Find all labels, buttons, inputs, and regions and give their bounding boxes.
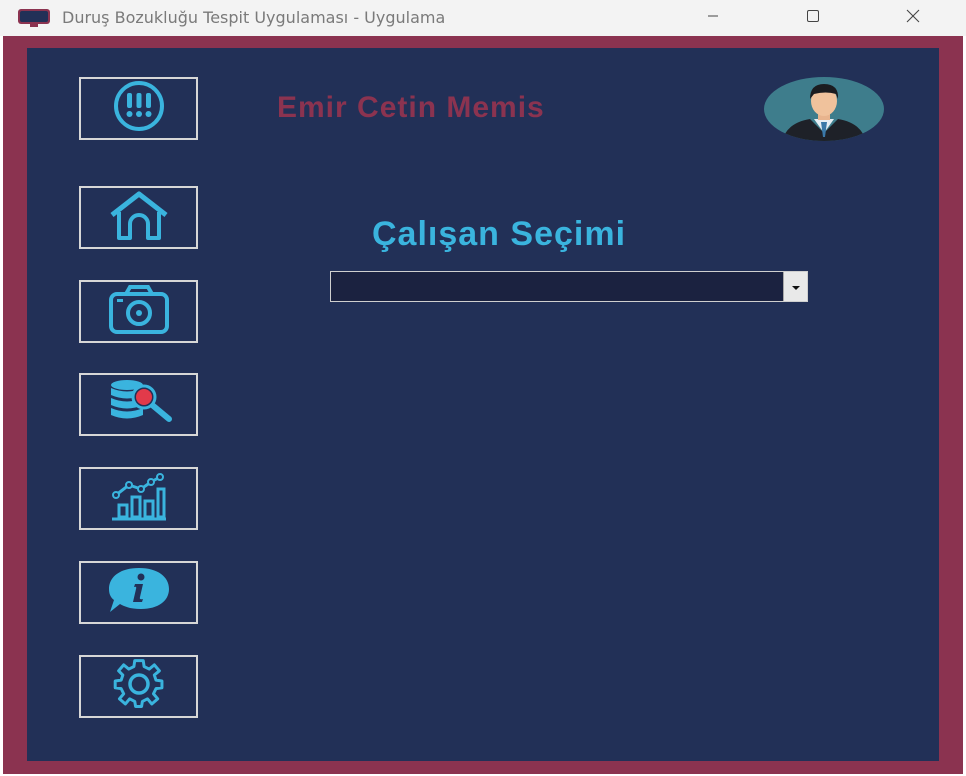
home-button[interactable] <box>79 186 198 249</box>
statistics-button[interactable] <box>79 467 198 530</box>
database-search-icon <box>94 375 184 434</box>
maximize-button[interactable] <box>790 0 836 36</box>
database-search-button[interactable] <box>79 373 198 436</box>
info-icon <box>94 563 184 622</box>
close-button[interactable] <box>890 0 936 36</box>
main-panel: Emir Cetin Memis Çalışan Seçimi <box>27 48 939 761</box>
alert-button[interactable] <box>79 77 198 140</box>
chart-icon <box>94 469 184 528</box>
user-avatar-icon <box>764 77 884 142</box>
gear-icon <box>94 657 184 716</box>
chevron-down-icon <box>791 278 801 296</box>
alert-icon <box>94 79 184 138</box>
section-title: Çalışan Seçimi <box>372 215 627 253</box>
window-titlebar: Duruş Bozukluğu Tespit Uygulaması - Uygu… <box>0 0 966 36</box>
maximize-icon <box>806 9 820 28</box>
employee-select[interactable] <box>330 271 808 302</box>
user-name: Emir Cetin Memis <box>277 91 545 124</box>
camera-icon <box>94 282 184 341</box>
settings-button[interactable] <box>79 655 198 718</box>
info-button[interactable] <box>79 561 198 624</box>
app-frame: Emir Cetin Memis Çalışan Seçimi <box>3 36 963 774</box>
app-monitor-icon <box>17 8 51 28</box>
home-icon <box>94 188 184 247</box>
employee-select-dropdown-button[interactable] <box>783 272 807 301</box>
minimize-icon <box>707 9 719 27</box>
camera-button[interactable] <box>79 280 198 343</box>
minimize-button[interactable] <box>690 0 736 36</box>
window-title: Duruş Bozukluğu Tespit Uygulaması - Uygu… <box>62 8 446 27</box>
close-icon <box>906 9 920 28</box>
